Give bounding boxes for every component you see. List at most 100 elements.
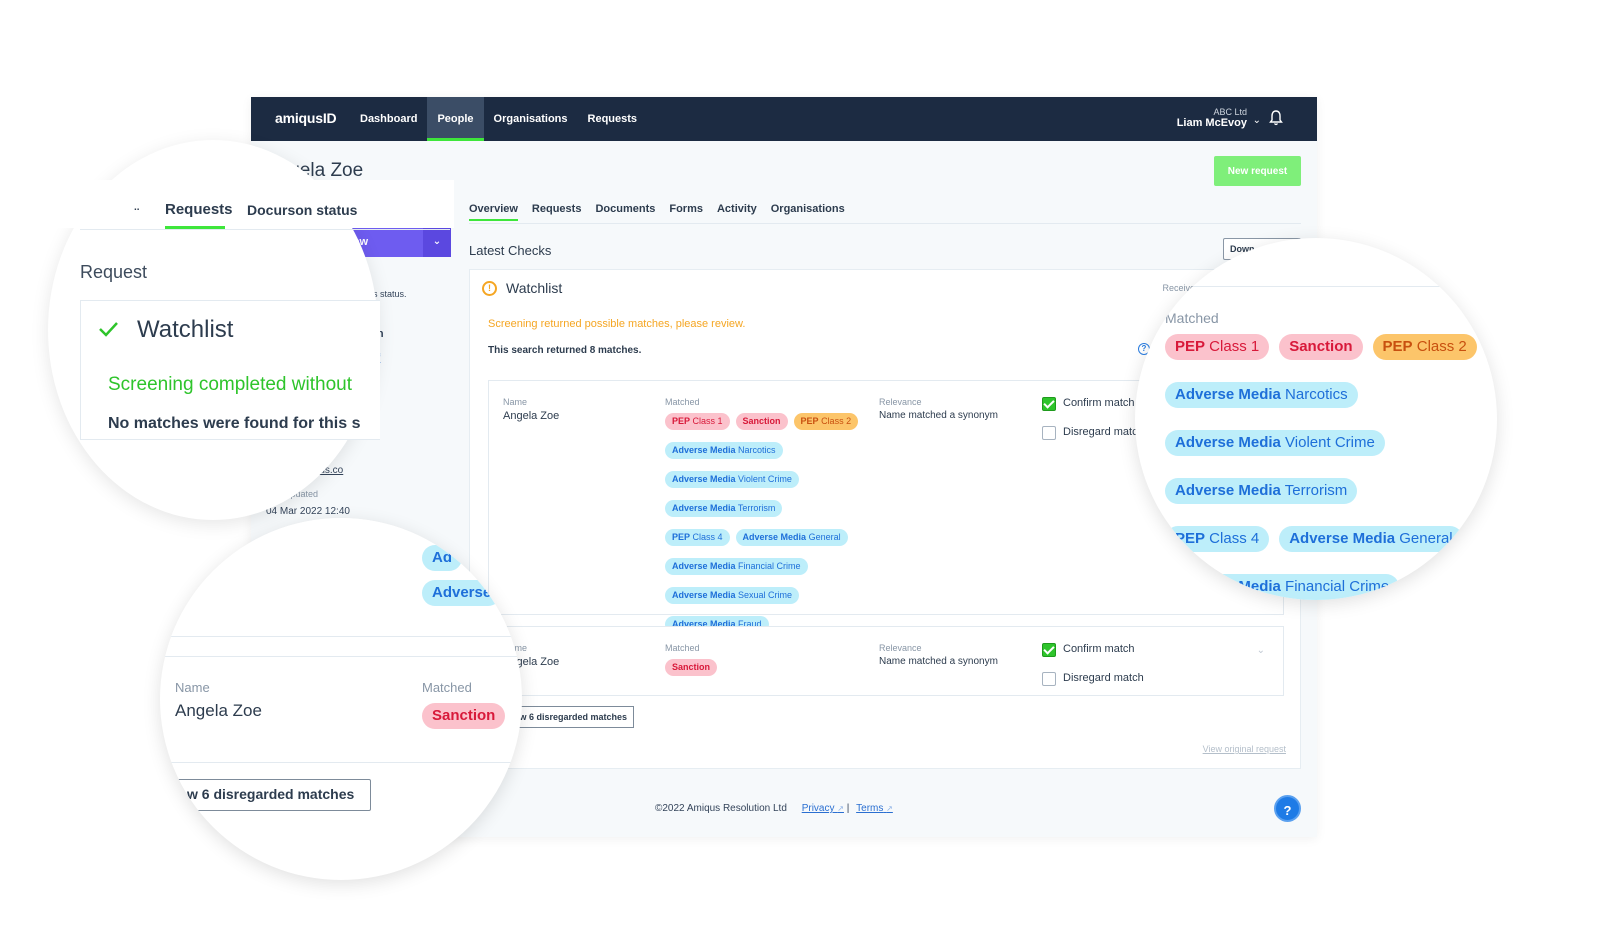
magnifier-tab-partial: .. (134, 202, 140, 213)
external-link-icon: ↗ (837, 804, 844, 813)
account-org: ABC Ltd (1213, 107, 1247, 117)
tag-category: Sanction (1289, 338, 1353, 355)
footer-separator: | (846, 803, 850, 814)
match-tag: Adverse Media Violent Crime (665, 471, 799, 488)
tab-activity[interactable]: Activity (717, 203, 757, 221)
footer: ©2022 Amiqus Resolution Ltd Privacy ↗ | … (655, 803, 893, 814)
relevance-label: Relevance (879, 397, 922, 407)
tag-subcategory: Financial Crime (735, 561, 801, 571)
confirm-match-label[interactable]: Confirm match (1063, 643, 1135, 655)
nav-people[interactable]: People (427, 97, 484, 141)
view-original-request-link[interactable]: View original request (1203, 744, 1286, 754)
tag-subcategory: Narcotics (1280, 386, 1348, 403)
disregard-match-checkbox[interactable] (1042, 672, 1056, 686)
tag-subcategory: General (1395, 530, 1453, 547)
help-button[interactable]: ? (1274, 795, 1301, 822)
magnifier-partial-tag: Ad (422, 545, 462, 571)
tag-subcategory: Class 1 (1205, 338, 1260, 355)
tag-category: Adverse Media (672, 590, 736, 600)
nav-requests[interactable]: Requests (578, 97, 648, 141)
tag-category: Sanction (672, 662, 711, 672)
match-tag: Adverse Media Violent Crime (1165, 430, 1385, 456)
tag-category: PEP (1175, 530, 1206, 547)
disregard-match-checkbox[interactable] (1042, 426, 1056, 440)
tag-category: PEP (672, 416, 691, 426)
tag-category: Adverse Media (1175, 386, 1281, 403)
magnifier-partial-tag: Adverse (422, 580, 502, 606)
match-row: Name Angela Zoe Matched Sanction Relevan… (488, 626, 1284, 696)
account-menu[interactable]: ABC Ltd Liam McEvoy ⌄ (1176, 107, 1261, 129)
match-tag: Adverse Media Financial Crime (665, 558, 808, 575)
tag-category: Adverse Media (1175, 578, 1281, 595)
copyright: ©2022 Amiqus Resolution Ltd (655, 803, 787, 814)
match-tag: PEP Class 4 (665, 529, 730, 546)
tag-category: PEP (800, 416, 819, 426)
tag-category: Adverse Media (672, 561, 736, 571)
magnifier-show-disregarded-button[interactable]: w 6 disregarded matches (170, 779, 371, 811)
terms-link[interactable]: Terms ↗ (856, 803, 893, 814)
magnifier-name-value: Angela Zoe (175, 701, 262, 720)
privacy-link[interactable]: Privacy ↗ (802, 803, 844, 814)
tag-subcategory: Violent Crime (735, 474, 792, 484)
latest-checks-heading: Latest Checks (469, 243, 552, 258)
magnifier-tab-requests[interactable]: Requests (165, 201, 233, 218)
warning-icon: ! (482, 281, 497, 296)
matched-label: Matched (665, 643, 700, 653)
logo[interactable]: amiqusID (275, 110, 337, 126)
match-tag: Adverse Media Narcotics (665, 442, 783, 459)
main-nav: Dashboard People Organisations Requests (350, 97, 647, 141)
confirm-match-checkbox[interactable] (1042, 397, 1056, 411)
name-label: Name (503, 397, 528, 407)
magnifier-matched-label: Matched (422, 680, 472, 695)
magnifier-detail-text: No matches were found for this s (108, 415, 361, 432)
magnifier-tag-list: PEP Class 1 Sanction PEP Class 2 Adverse Me… (1165, 334, 1485, 600)
check-icon (99, 322, 118, 337)
tab-forms[interactable]: Forms (669, 203, 703, 221)
relevance-label: Relevance (879, 643, 922, 653)
matched-tags: Sanction (665, 659, 875, 676)
account-user: Liam McEvoy (1176, 117, 1247, 129)
tab-organisations[interactable]: Organisations (771, 203, 845, 221)
nav-organisations[interactable]: Organisations (484, 97, 578, 141)
magnifier-name-label: Name (175, 680, 210, 695)
magnifier-tags: Matched PEP Class 1 Sanction PEP Class 2 Ad… (1135, 238, 1497, 600)
chevron-down-icon: ⌄ (423, 227, 451, 257)
match-tag: PEP Class 4 (1165, 526, 1270, 552)
warning-message: Screening returned possible matches, ple… (488, 318, 746, 330)
match-tag: Adverse Media Terrorism (1165, 478, 1358, 504)
nav-dashboard[interactable]: Dashboard (350, 97, 427, 141)
match-tag: PEP Class 1 (665, 413, 730, 430)
magnifier-match: Ad Adverse Name Angela Zoe Matched Sanct… (160, 518, 522, 880)
matched-tags: PEP Class 1 Sanction PEP Class 2 Adverse Me… (665, 413, 875, 633)
chevron-down-icon[interactable]: ⌄ (1257, 645, 1265, 656)
bell-icon[interactable] (1269, 110, 1283, 126)
match-tag: Sanction (1279, 334, 1363, 360)
tab-documents[interactable]: Documents (595, 203, 655, 221)
disregard-match-label[interactable]: Disregard match (1063, 426, 1144, 438)
tab-overview[interactable]: Overview (469, 203, 518, 221)
magnifier-result-text: Screening completed without (108, 374, 352, 395)
magnifier-watchlist-title: Watchlist (137, 316, 234, 343)
disregard-match-label[interactable]: Disregard match (1063, 672, 1144, 684)
tag-category: PEP (1175, 338, 1206, 355)
tag-subcategory: Terrorism (1280, 482, 1348, 499)
match-tag: Sanction (735, 413, 788, 430)
tag-subcategory: Class 4 (1205, 530, 1260, 547)
confirm-match-label[interactable]: Confirm match (1063, 397, 1135, 409)
new-request-button[interactable]: New request (1214, 156, 1301, 186)
match-tag: Adverse Media Narcotics (1165, 382, 1358, 408)
confirm-match-checkbox[interactable] (1042, 643, 1056, 657)
profile-tabs: Overview Requests Documents Forms Activi… (469, 203, 845, 221)
tag-category: Adverse Media (1175, 482, 1281, 499)
relevance-value: Name matched a synonym (879, 656, 998, 667)
match-tag: Adverse Media Terrorism (665, 500, 783, 517)
tag-subcategory: Financial Crime (1280, 578, 1390, 595)
tag-category: Adverse Media (1289, 530, 1396, 547)
magnifier-tab-doc-status[interactable]: Docurson status (247, 202, 357, 218)
chevron-down-icon: ⌄ (1252, 115, 1261, 126)
tabs-divider (469, 223, 1301, 224)
tab-requests[interactable]: Requests (532, 203, 582, 221)
match-tag: PEP Class 2 (793, 413, 859, 430)
match-tag: PEP Class 1 (1165, 334, 1270, 360)
tag-subcategory: Sexual Crime (735, 590, 793, 600)
